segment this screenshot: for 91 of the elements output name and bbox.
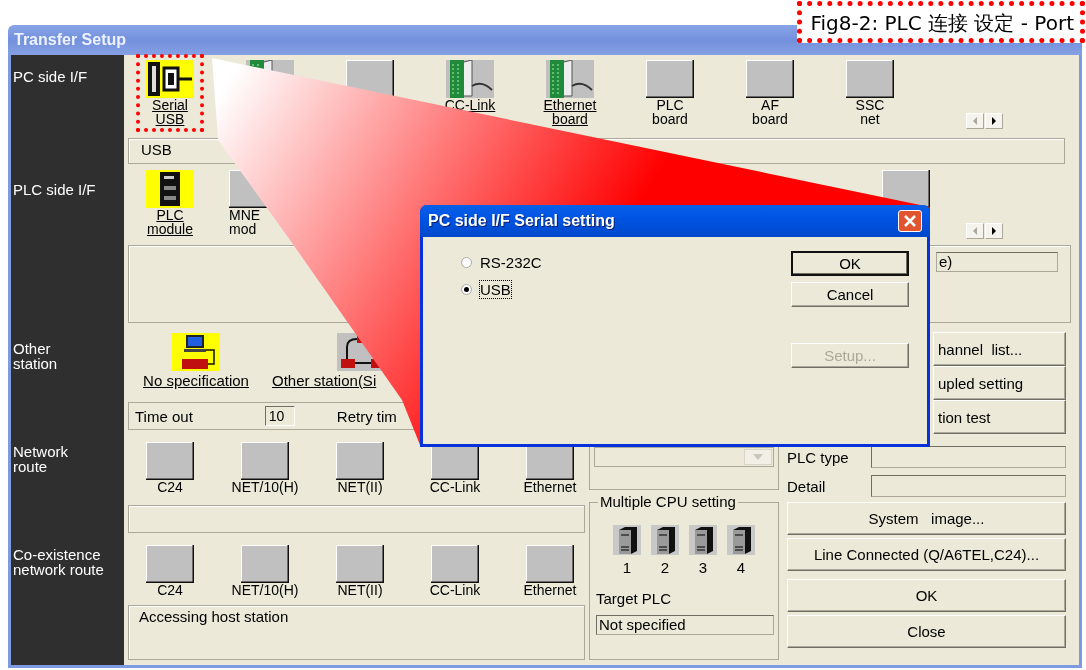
retry-label: Retry tim	[336, 407, 397, 425]
blank-tile-icon[interactable]	[431, 545, 479, 583]
scroll-right-button[interactable]	[985, 223, 1003, 239]
tile-label: NET(II)	[337, 480, 383, 494]
right-arrow-icon	[991, 227, 997, 235]
blank-tile-icon[interactable]	[336, 545, 384, 583]
blank-tile-icon[interactable]	[241, 442, 289, 480]
cpu-number: 4	[736, 559, 746, 576]
category-label: Other station	[13, 341, 59, 371]
tile-label: C24	[157, 480, 183, 494]
dialog-button[interactable]: OK	[791, 251, 909, 276]
side-button[interactable]: hannel list...	[933, 332, 1066, 366]
left-arrow-icon	[972, 227, 978, 235]
close-button[interactable]	[898, 210, 922, 232]
action-button[interactable]: System image...	[787, 502, 1066, 535]
tile-label: AF	[761, 98, 779, 112]
computer-plc-icon[interactable]	[172, 333, 220, 371]
cable-connector-icon[interactable]	[146, 60, 194, 98]
right-arrow-icon	[991, 117, 997, 125]
category-label: PLC side I/F	[13, 182, 96, 197]
tile-label: C24	[157, 583, 183, 597]
server-tower-icon[interactable]	[651, 525, 679, 555]
side-button[interactable]: tion test	[933, 400, 1066, 434]
server-tower-icon[interactable]	[727, 525, 755, 555]
tile-label: NET(II)	[337, 583, 383, 597]
dialog-title: PC side I/F Serial setting	[428, 212, 616, 230]
server-tower-icon[interactable]	[689, 525, 717, 555]
text-field[interactable]: e)	[936, 252, 1058, 272]
radio-label[interactable]: RS-232C	[480, 254, 542, 271]
close-icon	[904, 215, 916, 227]
figure-caption: Fig8-2: PLC 连接 设定 - Port	[797, 1, 1085, 43]
timeout-label: Time out	[135, 407, 193, 425]
group-title: Multiple CPU setting	[598, 493, 738, 510]
tile-label[interactable]: Other station(Si	[272, 373, 377, 389]
detail-field[interactable]	[871, 475, 1066, 497]
dropdown-arrow-icon	[753, 454, 763, 460]
cpu-number: 2	[660, 559, 670, 576]
side-button[interactable]: upled setting	[933, 366, 1066, 400]
tile-label: mod	[229, 222, 257, 236]
tile-label[interactable]: board	[552, 112, 588, 126]
blank-tile-icon[interactable]	[846, 60, 894, 98]
circuit-board-icon[interactable]	[546, 60, 594, 98]
dialog-button[interactable]: Cancel	[791, 282, 909, 307]
tile-label[interactable]: module	[147, 222, 193, 236]
action-button[interactable]: OK	[787, 579, 1066, 612]
tile-label[interactable]: Ethernet	[543, 98, 597, 112]
blank-tile-icon[interactable]	[146, 442, 194, 480]
action-button[interactable]: Line Connected (Q/A6TEL,C24)...	[787, 538, 1066, 571]
timeout-field[interactable]: 10	[264, 406, 295, 426]
category-label: Co-existence network route	[13, 547, 105, 577]
tile-label: CC-Link	[429, 583, 481, 597]
radio-label[interactable]: USB	[480, 281, 511, 298]
category-label: Network route	[13, 444, 69, 474]
tile-label[interactable]: No specification	[143, 373, 249, 389]
tile-label: board	[752, 112, 788, 126]
blank-tile-icon[interactable]	[146, 545, 194, 583]
detail-label: Detail	[787, 477, 827, 495]
tile-label: Ethernet	[523, 583, 577, 597]
radio-button[interactable]	[461, 257, 472, 268]
blank-tile-icon[interactable]	[336, 442, 384, 480]
tile-label: SSC	[855, 98, 885, 112]
tile-label[interactable]: PLC	[156, 208, 184, 222]
target-field[interactable]: Not specified	[596, 615, 774, 635]
tile-label: PLC	[656, 98, 684, 112]
tile-label: NET/10(H)	[231, 583, 299, 597]
tile-label: net	[860, 112, 880, 126]
tile-label[interactable]: USB	[155, 112, 185, 126]
blank-tile-icon[interactable]	[526, 545, 574, 583]
tile-label: CC-Link	[429, 480, 481, 494]
blank-tile-icon[interactable]	[646, 60, 694, 98]
tile-label: MNE	[229, 208, 261, 222]
blank-tile-icon[interactable]	[241, 545, 289, 583]
tile-label: Ethernet	[523, 480, 577, 494]
category-label: PC side I/F	[13, 69, 88, 84]
tile-label: NET/10(H)	[231, 480, 299, 494]
blank-tile-icon[interactable]	[746, 60, 794, 98]
scroll-right-button[interactable]	[985, 113, 1003, 129]
action-button[interactable]: Close	[787, 615, 1066, 648]
radio-button[interactable]	[461, 284, 472, 295]
tile-label[interactable]: Serial	[152, 98, 188, 112]
window-title: Transfer Setup	[14, 31, 127, 49]
server-tower-icon[interactable]	[613, 525, 641, 555]
plc-module-icon[interactable]	[146, 170, 194, 208]
cpu-number: 1	[622, 559, 632, 576]
left-arrow-icon	[972, 117, 978, 125]
circuit-board-icon[interactable]	[446, 60, 494, 98]
tile-label: board	[652, 112, 688, 126]
info-bar: Accessing host station	[128, 605, 585, 660]
target-label: Target PLC	[596, 590, 673, 607]
cpu-number: 3	[698, 559, 708, 576]
plc-type-label: PLC type	[787, 448, 850, 466]
